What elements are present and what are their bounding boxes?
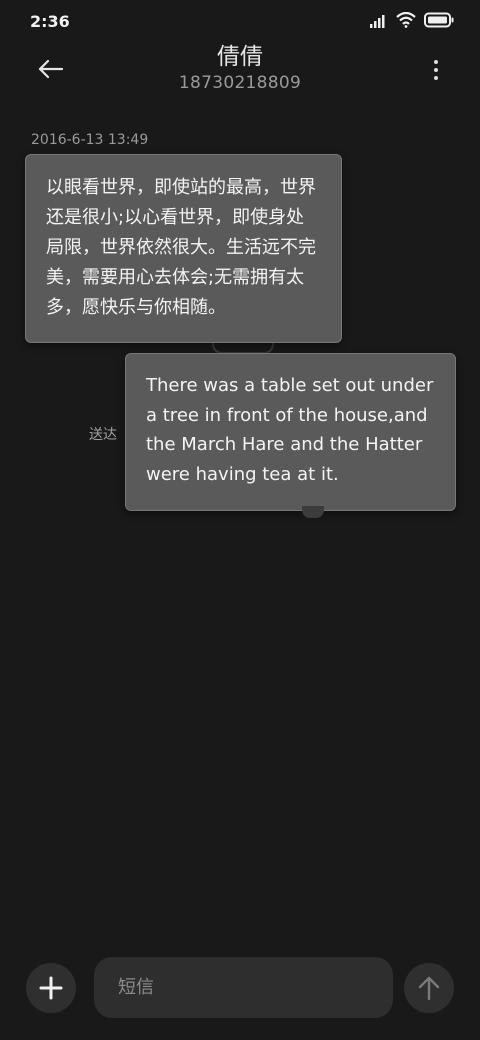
signal-icon xyxy=(370,13,388,32)
contact-name: 倩倩 xyxy=(217,44,263,70)
arrow-up-icon xyxy=(418,976,440,1001)
status-time: 2:36 xyxy=(30,12,70,31)
message-text: There was a table set out under a tree i… xyxy=(146,375,434,485)
plus-icon xyxy=(39,976,63,1000)
message-text: 以眼看世界，即使站的最高，世界还是很小;以心看世界，即使身处局限，世界依然很大。… xyxy=(46,177,316,318)
add-attachment-button[interactable] xyxy=(26,963,76,1013)
delivery-status: 送达 xyxy=(89,427,117,443)
bubble-shadow-tail xyxy=(302,506,324,518)
contact-phone: 18730218809 xyxy=(178,73,302,93)
more-options-button[interactable] xyxy=(428,56,444,84)
contact-title: 倩倩 18730218809 xyxy=(0,42,480,94)
status-bar: 2:36 xyxy=(0,0,480,40)
conversation-header: 倩倩 18730218809 xyxy=(0,40,480,104)
send-button[interactable] xyxy=(404,963,454,1013)
battery-icon xyxy=(424,12,454,32)
incoming-message-bubble[interactable]: 以眼看世界，即使站的最高，世界还是很小;以心看世界，即使身处局限，世界依然很大。… xyxy=(25,154,342,343)
message-timestamp: 2016-6-13 13:49 xyxy=(31,132,149,148)
message-input[interactable] xyxy=(94,957,393,1018)
wifi-icon xyxy=(396,11,416,32)
status-icons xyxy=(370,11,454,32)
more-vertical-icon xyxy=(434,60,438,64)
outgoing-message-bubble[interactable]: There was a table set out under a tree i… xyxy=(125,353,456,511)
